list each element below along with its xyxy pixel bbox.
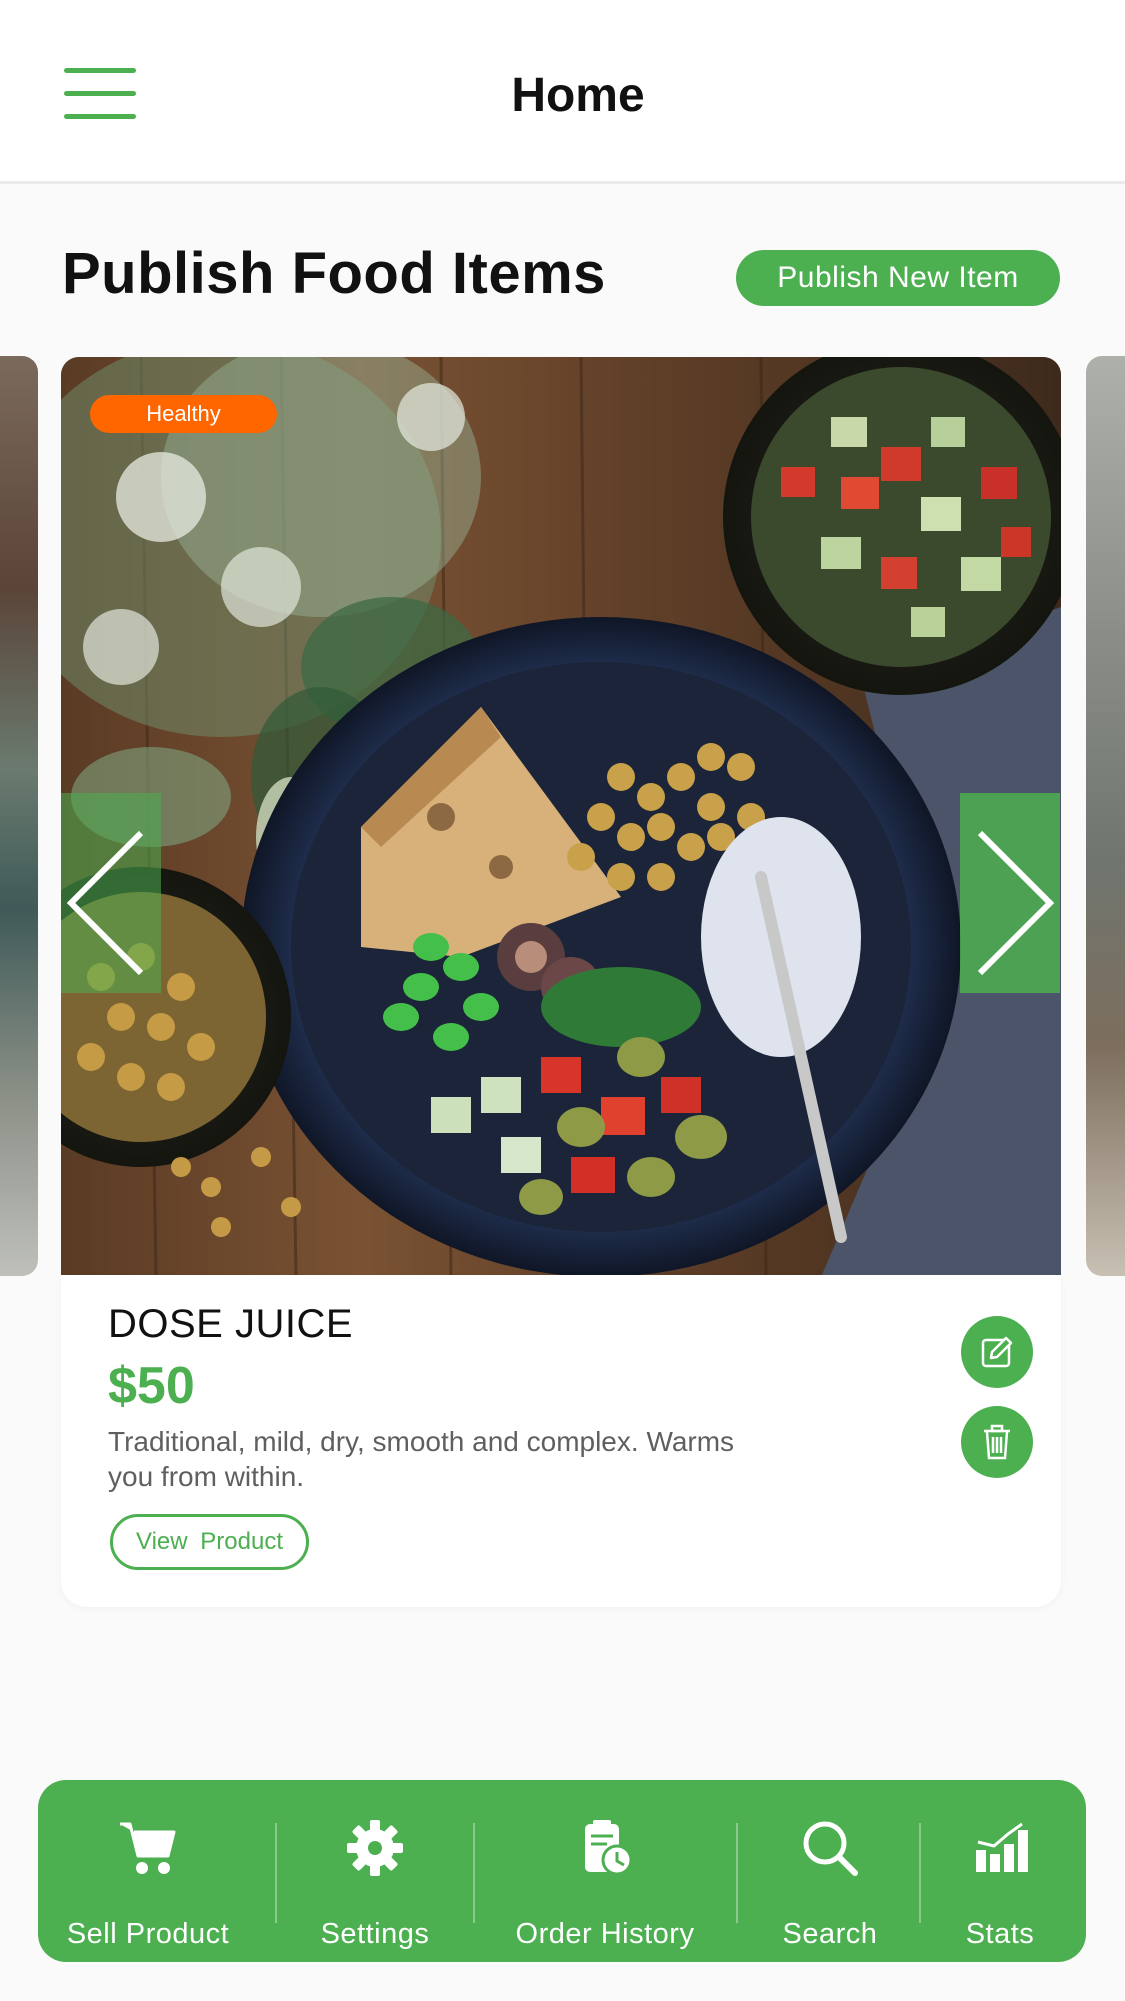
bowl-of-salad-photo bbox=[61, 357, 1061, 1277]
nav-label: Search bbox=[782, 1918, 878, 1950]
nav-label: Sell Product bbox=[66, 1918, 230, 1950]
clipboard-clock-icon bbox=[585, 1820, 633, 1876]
nav-label: Stats bbox=[965, 1918, 1035, 1950]
nav-item-sell-product[interactable]: Sell Product bbox=[50, 1780, 246, 1962]
section-title: Publish Food Items bbox=[62, 241, 606, 306]
product-description: Traditional, mild, dry, smooth and compl… bbox=[108, 1426, 735, 1492]
nav-label: Order History bbox=[515, 1918, 695, 1950]
nav-label: Settings bbox=[320, 1918, 430, 1950]
cart-icon bbox=[120, 1822, 176, 1874]
nav-divider bbox=[736, 1823, 738, 1923]
product-price: $50 bbox=[108, 1357, 195, 1415]
edit-item-button[interactable] bbox=[961, 1316, 1033, 1388]
nav-divider bbox=[919, 1823, 921, 1923]
nav-item-order-history[interactable]: Order History bbox=[490, 1780, 720, 1962]
nav-item-stats[interactable]: Stats bbox=[930, 1780, 1070, 1962]
edit-icon bbox=[981, 1336, 1013, 1368]
search-icon bbox=[803, 1821, 858, 1876]
publish-new-item-button[interactable]: Publish New Item bbox=[736, 250, 1060, 306]
carousel-previous-card-peek[interactable] bbox=[0, 356, 38, 1276]
carousel-next-button[interactable] bbox=[960, 793, 1060, 993]
nav-divider bbox=[275, 1823, 277, 1923]
food-item-image bbox=[61, 357, 1061, 1277]
carousel-next-card-peek[interactable] bbox=[1086, 356, 1125, 1276]
chevron-right-icon bbox=[977, 830, 1055, 976]
carousel-prev-button[interactable] bbox=[61, 793, 161, 993]
nav-divider bbox=[473, 1823, 475, 1923]
product-name: DOSE JUICE bbox=[108, 1302, 354, 1346]
gear-icon bbox=[347, 1820, 403, 1876]
nav-item-settings[interactable]: Settings bbox=[290, 1780, 460, 1962]
delete-item-button[interactable] bbox=[961, 1406, 1033, 1478]
bar-chart-icon bbox=[976, 1822, 1028, 1872]
app-header: Home bbox=[0, 0, 1125, 184]
trash-icon bbox=[984, 1424, 1010, 1460]
view-product-button[interactable]: View Product bbox=[110, 1514, 309, 1570]
page-title: Home bbox=[511, 69, 645, 122]
nav-item-search[interactable]: Search bbox=[750, 1780, 910, 1962]
healthy-badge: Healthy bbox=[90, 395, 277, 433]
chevron-left-icon bbox=[66, 830, 144, 976]
